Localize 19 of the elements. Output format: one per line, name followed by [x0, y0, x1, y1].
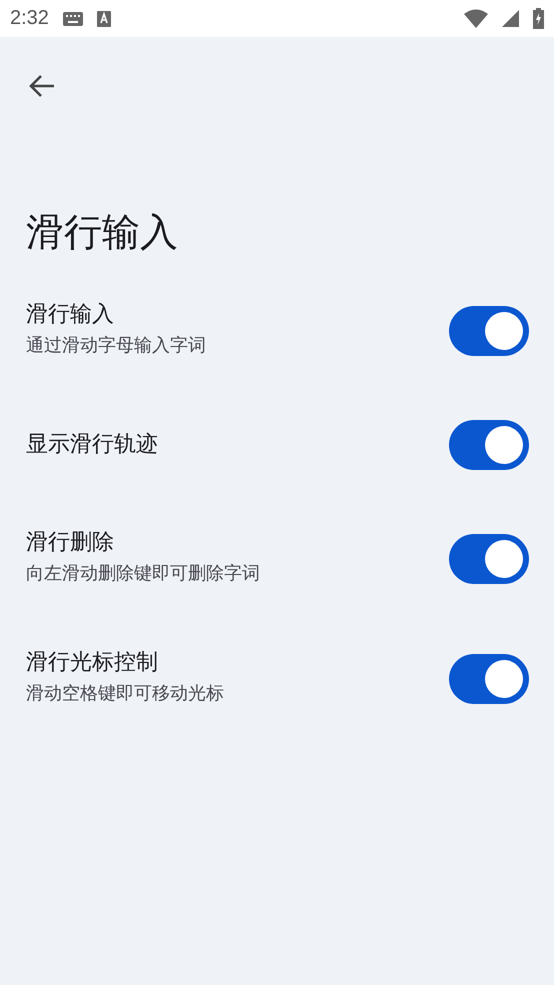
toggle-switch[interactable]	[449, 420, 529, 470]
setting-description: 向左滑动删除键即可删除字词	[26, 562, 261, 586]
toggle-switch[interactable]	[449, 306, 529, 356]
battery-icon	[533, 8, 544, 29]
text-icon	[96, 10, 111, 26]
setting-description: 滑动空格键即可移动光标	[26, 682, 225, 706]
keyboard-icon	[62, 12, 83, 26]
page-title: 滑行输入	[25, 209, 179, 256]
toggle-switch[interactable]	[449, 534, 529, 584]
setting-title: 滑行光标控制	[26, 649, 159, 677]
signal-icon	[502, 10, 519, 27]
back-arrow-icon	[29, 74, 55, 98]
status-time: 2:32	[10, 7, 49, 30]
wifi-icon	[464, 9, 488, 28]
setting-description: 通过滑动字母输入字词	[26, 334, 207, 358]
toggle-switch[interactable]	[449, 654, 529, 704]
setting-title: 显示滑行轨迹	[26, 431, 159, 459]
setting-title: 滑行输入	[26, 301, 115, 329]
setting-title: 滑行删除	[26, 529, 115, 557]
